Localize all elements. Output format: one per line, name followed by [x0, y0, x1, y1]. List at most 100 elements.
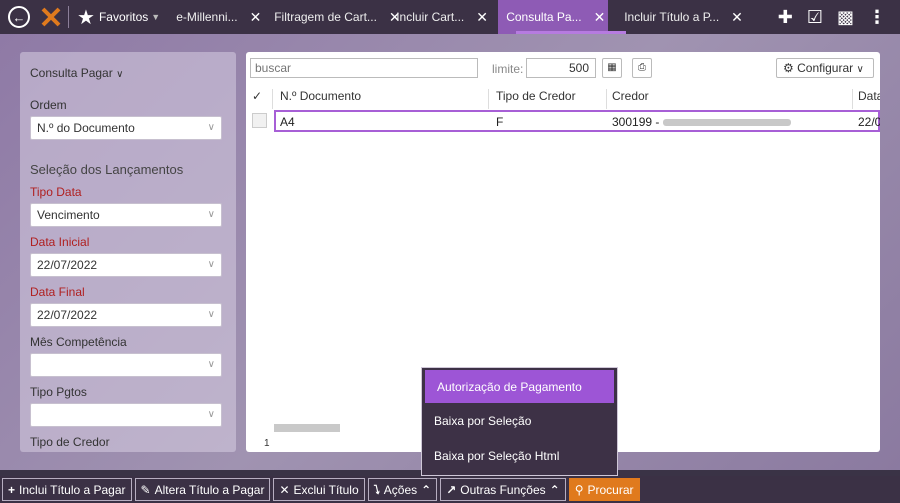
cell-tipo-credor: F	[496, 115, 504, 129]
limite-input[interactable]: 500	[526, 58, 596, 78]
separator	[68, 6, 69, 28]
column-divider	[852, 89, 853, 109]
mes-competencia-label: Mês Competência	[30, 335, 127, 349]
column-divider	[606, 89, 607, 109]
close-icon: ✕	[279, 482, 290, 497]
tab-incluir-cart[interactable]: Incluir Cart... ✕	[388, 0, 498, 34]
excluir-label: Exclui Título	[293, 482, 359, 497]
configurar-button[interactable]: ⚙ Configurar ∨	[776, 58, 874, 78]
top-bar: ← ★ Favoritos ▼ e-Millenni... ✕ Filtrage…	[0, 0, 900, 34]
tab-filtragem[interactable]: Filtragem de Cart... ✕	[266, 0, 400, 34]
menu-item-autorizacao[interactable]: Autorização de Pagamento	[425, 370, 614, 403]
star-icon: ★	[77, 6, 95, 29]
page-number[interactable]: 1	[264, 438, 270, 449]
menu-item-baixa-selecao-html[interactable]: Baixa por Seleção Html	[422, 438, 617, 473]
check-all-icon[interactable]: ✓	[252, 89, 262, 103]
tab-label: Consulta Pa...	[506, 10, 582, 24]
ordem-select[interactable]: N.º do Documento ∨	[30, 116, 222, 140]
top-actions: ✚ ☑ ▩ ⋮	[778, 0, 900, 34]
tipo-data-select[interactable]: Vencimento ∨	[30, 203, 222, 227]
mes-competencia-select[interactable]: ∨	[30, 353, 222, 377]
edit-icon: ✎	[140, 482, 151, 497]
tipo-data-value: Vencimento	[37, 208, 100, 222]
column-header[interactable]: N.º Documento	[280, 89, 361, 103]
limite-label: limite:	[492, 62, 524, 76]
menu-item-label: Autorização de Pagamento	[437, 379, 582, 394]
favorites-label: Favoritos	[98, 10, 149, 24]
data-final-field[interactable]: 22/07/2022 ∨	[30, 303, 222, 327]
redacted-name	[662, 119, 791, 127]
grid-header: ✓ N.º Documento Tipo de Credor Credor Da…	[246, 84, 880, 109]
chevron-up-icon: ⌃	[421, 482, 432, 497]
tab-e-millennium[interactable]: e-Millenni... ✕	[168, 0, 266, 34]
chevron-up-icon: ⌃	[549, 482, 560, 497]
panel-title-text: Consulta Pagar	[30, 66, 113, 80]
section-title: Seleção dos Lançamentos	[30, 162, 184, 177]
procurar-label: Procurar	[587, 482, 634, 497]
chevron-down-icon: ∨	[207, 209, 215, 220]
acoes-label: Ações	[383, 482, 418, 497]
close-icon[interactable]: ✕	[476, 9, 488, 26]
cell-documento: A4	[280, 115, 295, 129]
table-row[interactable]: A4 F 300199 - 22/0	[274, 110, 880, 132]
acoes-button[interactable]: ⭝ Ações ⌃	[367, 478, 438, 501]
procurar-button[interactable]: ⚲ Procurar	[568, 478, 640, 501]
bottom-toolbar: + Inclui Título a Pagar ✎ Altera Título …	[0, 476, 900, 503]
panel-title[interactable]: Consulta Pagar ∨	[30, 66, 123, 80]
column-divider	[488, 89, 489, 109]
print-icon[interactable]: ⎙	[632, 58, 652, 78]
chevron-down-icon: ∨	[207, 259, 215, 270]
incluir-titulo-button[interactable]: + Inclui Título a Pagar	[2, 478, 132, 501]
more-vertical-icon[interactable]: ⋮	[868, 7, 886, 28]
column-header[interactable]: Data	[858, 89, 880, 103]
tipo-pgtos-label: Tipo Pgtos	[30, 385, 87, 399]
column-header[interactable]: Credor	[612, 89, 649, 103]
data-inicial-value: 22/07/2022	[37, 258, 98, 272]
close-icon[interactable]: ✕	[594, 9, 606, 26]
data-inicial-field[interactable]: 22/07/2022 ∨	[30, 253, 222, 277]
tab-consulta-pagar[interactable]: Consulta Pa... ✕	[498, 0, 609, 34]
menu-item-label: Baixa por Seleção Html	[434, 448, 560, 463]
favorites-menu[interactable]: ★ Favoritos ▼	[77, 5, 160, 30]
chat-icon[interactable]: ▩	[837, 7, 854, 28]
alterar-label: Altera Título a Pagar	[154, 482, 265, 497]
external-edit-icon: ↗	[446, 482, 457, 497]
data-final-label: Data Final	[30, 285, 85, 299]
add-icon[interactable]: ✚	[778, 7, 793, 28]
tipo-pgtos-select[interactable]: ∨	[30, 403, 222, 427]
column-header[interactable]: Tipo de Credor	[496, 89, 576, 103]
configurar-label: Configurar	[797, 61, 854, 75]
close-icon[interactable]: ✕	[250, 9, 262, 26]
close-icon[interactable]: ✕	[731, 9, 743, 26]
cell-data: 22/0	[858, 115, 880, 129]
chevron-down-icon: ∨	[856, 64, 864, 75]
horizontal-scrollbar[interactable]	[274, 424, 340, 432]
tab-label: e-Millenni...	[176, 10, 238, 24]
chevron-down-icon: ∨	[207, 409, 215, 420]
outras-funcoes-button[interactable]: ↗ Outras Funções ⌃	[440, 478, 566, 501]
search-icon: ⚲	[574, 482, 584, 497]
menu-item-label: Baixa por Seleção	[434, 413, 532, 428]
clipboard-check-icon[interactable]: ☑	[807, 7, 823, 28]
ordem-value: N.º do Documento	[37, 121, 135, 135]
bolt-icon: ⭝	[373, 482, 380, 497]
logo-icon	[41, 7, 61, 27]
menu-item-baixa-selecao[interactable]: Baixa por Seleção	[422, 403, 617, 438]
alterar-titulo-button[interactable]: ✎ Altera Título a Pagar	[134, 478, 271, 501]
chevron-down-icon: ∨	[116, 69, 124, 80]
gear-icon: ⚙	[783, 61, 794, 75]
incluir-label: Inclui Título a Pagar	[19, 482, 126, 497]
caret-down-icon: ▼	[151, 12, 161, 22]
back-icon[interactable]: ←	[8, 6, 30, 28]
plus-icon: +	[8, 482, 16, 497]
export-excel-icon[interactable]: ▦	[602, 58, 622, 78]
tab-label: Incluir Cart...	[396, 10, 465, 24]
tab-incluir-titulo[interactable]: Incluir Título a P... ✕	[608, 0, 756, 34]
tab-label: Incluir Título a P...	[624, 10, 720, 24]
row-checkbox[interactable]	[252, 113, 267, 128]
tab-label: Filtragem de Cart...	[274, 10, 377, 24]
search-input[interactable]	[250, 58, 478, 78]
chevron-down-icon: ∨	[207, 309, 215, 320]
chevron-down-icon: ∨	[207, 359, 215, 370]
excluir-titulo-button[interactable]: ✕ Exclui Título	[273, 478, 365, 501]
